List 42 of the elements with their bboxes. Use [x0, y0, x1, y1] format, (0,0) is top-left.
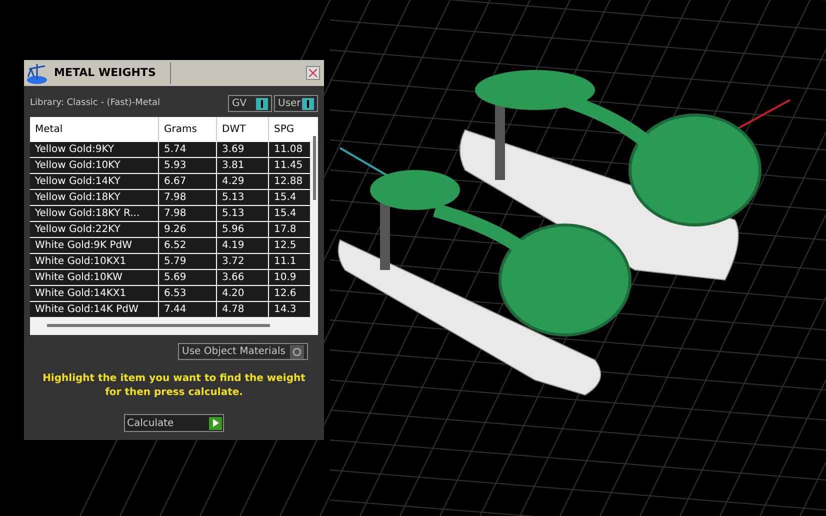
table-row[interactable]: White Gold:10KW 5.69 3.66 10.9	[30, 269, 310, 285]
table-row[interactable]: Yellow Gold:22KY 9.26 5.96 17.8	[30, 221, 310, 237]
table-cell-text: Yellow Gold:22KY	[34, 223, 122, 237]
table-cell-text: Yellow Gold:10KY	[34, 159, 122, 173]
switch-on-icon	[256, 98, 268, 110]
close-button[interactable]	[306, 66, 320, 80]
panel-title: METAL WEIGHTS	[54, 64, 157, 81]
column-header[interactable]: Metal	[30, 117, 158, 141]
table-row[interactable]: Yellow Gold:9KY 5.74 3.69 11.08	[30, 141, 310, 157]
close-icon	[309, 69, 317, 77]
table-cell-text: White Gold:10KX1	[34, 255, 128, 269]
table-cell-text: White Gold:14K PdW	[34, 303, 140, 317]
toggle-switch[interactable]: Use Object Materials	[178, 343, 308, 360]
instruction-text: Highlight the item you want to find the weight for then press calculate.	[42, 372, 306, 400]
table-row[interactable]: White Gold:9K PdW 6.52 4.19 12.5	[30, 237, 310, 253]
table-row[interactable]: White Gold:14K PdW 7.44 4.78 14.3	[30, 301, 310, 317]
table-cell: 7.44	[158, 302, 216, 317]
play-icon	[209, 416, 222, 430]
table-cell: 4.78	[216, 302, 268, 317]
table-cell-text: White Gold:9K PdW	[34, 239, 133, 253]
table-cell: 14.3	[268, 302, 310, 317]
vertical-scrollbar-thumb[interactable]	[313, 136, 316, 200]
scale-icon	[25, 61, 49, 85]
calculate-button[interactable]: Calculate	[124, 414, 224, 432]
table-row[interactable]: Yellow Gold:18KY 7.98 5.13 15.4	[30, 189, 310, 205]
table-row[interactable]: White Gold:14KX1 6.53 4.20 12.6	[30, 285, 310, 301]
table-cell-text: Yellow Gold:9KY	[34, 143, 115, 157]
library-label: Library: Classic - (Fast)-Metal	[30, 96, 160, 110]
toggle-switch[interactable]: User	[274, 95, 318, 112]
table-cell-text: White Gold:10KW	[34, 271, 124, 285]
switch-off-icon	[290, 344, 304, 358]
table-row[interactable]: Yellow Gold:18KY R... 7.98 5.13 15.4	[30, 205, 310, 221]
table-row[interactable]: Yellow Gold:14KY 6.67 4.29 12.88	[30, 173, 310, 189]
table-cell-text: Yellow Gold:18KY	[34, 191, 122, 205]
table-cell-text: Yellow Gold:14KY	[34, 175, 122, 189]
table-row[interactable]: White Gold:10KX1 5.79 3.72 11.1	[30, 253, 310, 269]
table-cell-text: White Gold:14KX1	[34, 287, 128, 301]
table-cell-text: Yellow Gold:18KY R...	[34, 207, 141, 221]
table-row[interactable]: Yellow Gold:10KY 5.93 3.81 11.45	[30, 157, 310, 173]
horizontal-scrollbar-thumb[interactable]	[47, 324, 270, 327]
toggle-switch[interactable]: GV	[228, 95, 272, 112]
switch-on-icon	[302, 98, 314, 110]
